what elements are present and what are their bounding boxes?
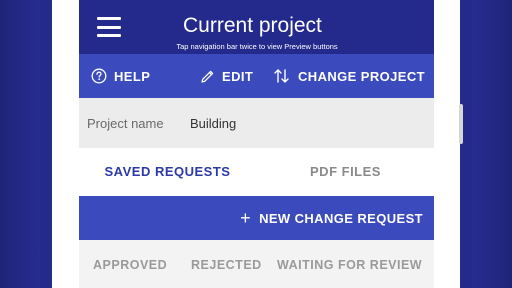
edit-label: EDIT (222, 68, 254, 84)
action-toolbar: HELP EDIT CHANGE PROJECT (79, 54, 434, 98)
project-name-label: Project name (87, 116, 164, 131)
help-label: HELP (114, 68, 151, 84)
help-circle-icon (91, 68, 107, 84)
tab-bar: SAVED REQUESTS PDF FILES (79, 148, 434, 196)
page-title: Current project (183, 14, 322, 37)
filter-approved[interactable]: APPROVED (93, 240, 167, 288)
filter-rejected[interactable]: REJECTED (191, 240, 262, 288)
change-project-button[interactable]: CHANGE PROJECT (273, 54, 425, 98)
new-change-request-label: NEW CHANGE REQUEST (259, 210, 423, 226)
hamburger-menu-icon[interactable] (97, 17, 121, 37)
device-side-button (459, 104, 463, 144)
pencil-icon (200, 69, 215, 84)
background-right (472, 0, 512, 288)
navigation-hint: Tap navigation bar twice to view Preview… (176, 42, 338, 51)
swap-vertical-icon (273, 68, 291, 84)
tab-pdf-files[interactable]: PDF FILES (257, 148, 434, 196)
plus-icon: + (240, 207, 252, 228)
project-name-row: Project name Building (79, 98, 434, 148)
device-frame-left (52, 0, 80, 288)
app-bar[interactable]: Current project Tap navigation bar twice… (79, 0, 434, 54)
edit-button[interactable]: EDIT (200, 54, 253, 98)
help-button[interactable]: HELP (91, 54, 150, 98)
filter-waiting-for-review[interactable]: WAITING FOR REVIEW (277, 240, 422, 288)
new-change-request-button[interactable]: + NEW CHANGE REQUEST (79, 196, 434, 240)
background-left (0, 0, 40, 288)
device-frame-right (433, 0, 463, 288)
change-project-label: CHANGE PROJECT (298, 68, 425, 84)
tab-saved-requests[interactable]: SAVED REQUESTS (79, 148, 256, 196)
project-name-value[interactable]: Building (190, 116, 236, 131)
status-filter-bar: APPROVED REJECTED WAITING FOR REVIEW (79, 240, 434, 288)
phone-screen: Current project Tap navigation bar twice… (79, 0, 434, 288)
